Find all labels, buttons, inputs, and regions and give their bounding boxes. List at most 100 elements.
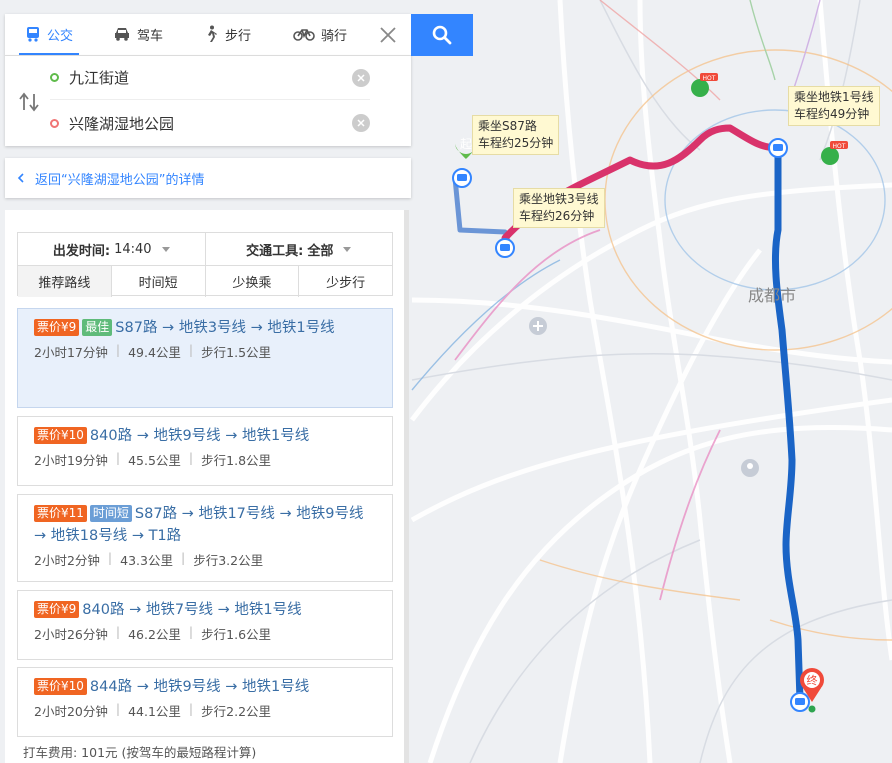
destination-text[interactable]: 兴隆湖湿地公园 bbox=[69, 113, 352, 134]
route-duration: 2小时26分钟 bbox=[34, 627, 108, 642]
price-badge: 票价¥9 bbox=[34, 601, 80, 618]
route-option[interactable]: 票价¥11 时间短 S87路 → 地铁17号线 → 地铁9号线 → 地铁18号线 →… bbox=[17, 494, 393, 582]
destination-dot-icon bbox=[50, 118, 59, 128]
route-walk: 步行1.8公里 bbox=[201, 453, 272, 468]
route-list-panel: 出发时间: 14:40 交通工具: 全部 推荐路线 时间短 少换乘 少步行 票价… bbox=[5, 210, 405, 763]
mode-label: 骑行 bbox=[321, 28, 348, 44]
route-distance: 43.3公里 bbox=[120, 553, 173, 568]
route-distance: 46.2公里 bbox=[128, 627, 181, 642]
route-duration: 2小时19分钟 bbox=[34, 453, 108, 468]
search-button[interactable] bbox=[411, 14, 473, 56]
mode-transit-tab[interactable]: 公交 bbox=[18, 14, 80, 55]
route-duration: 2小时17分钟 bbox=[34, 345, 108, 360]
origin-text[interactable]: 九江街道 bbox=[69, 67, 352, 88]
tab-shortest-time[interactable]: 时间短 bbox=[110, 266, 205, 297]
route-summary: 票价¥10 840路 → 地铁9号线 → 地铁1号线 bbox=[34, 425, 376, 447]
transport-mode-bar: 公交 驾车 步行 骑行 bbox=[5, 14, 411, 56]
route-meta: 2小时2分钟 | 43.3公里 | 步行3.2公里 bbox=[34, 550, 264, 568]
list-scrollbar[interactable] bbox=[404, 210, 409, 763]
metro-station-icon bbox=[790, 692, 810, 712]
tab-fewest-transfers[interactable]: 少换乘 bbox=[204, 266, 299, 297]
chevron-down-icon bbox=[161, 246, 170, 252]
city-label: 成都市 bbox=[748, 286, 796, 305]
route-summary: 票价¥11 时间短 S87路 → 地铁17号线 → 地铁9号线 → 地铁18号线 →… bbox=[34, 503, 376, 547]
mode-drive-tab[interactable]: 驾车 bbox=[113, 14, 163, 54]
metro-station-icon bbox=[495, 238, 515, 258]
route-meta: 2小时19分钟 | 45.5公里 | 步行1.8公里 bbox=[34, 450, 272, 468]
price-badge: 票价¥9 bbox=[34, 319, 80, 336]
bus-stop-icon bbox=[452, 168, 472, 188]
price-badge: 票价¥10 bbox=[34, 678, 87, 695]
route-summary: 票价¥9 840路 → 地铁7号线 → 地铁1号线 bbox=[34, 599, 376, 621]
tab-recommended[interactable]: 推荐路线 bbox=[18, 266, 111, 297]
mode-label: 公交 bbox=[47, 28, 74, 44]
route-tip-metro3: 乘坐地铁3号线 车程约26分钟 bbox=[513, 188, 605, 228]
route-option[interactable]: 票价¥9 最佳 S87路 → 地铁3号线 → 地铁1号线 2小时17分钟 | 49.4… bbox=[17, 308, 393, 408]
back-label: 返回“兴隆湖湿地公园”的详情 bbox=[35, 172, 205, 188]
svg-text:终: 终 bbox=[807, 673, 818, 687]
mode-label: 驾车 bbox=[137, 28, 164, 44]
route-desc: S87路 → 地铁3号线 → 地铁1号线 bbox=[115, 320, 335, 336]
route-walk: 步行1.6公里 bbox=[201, 627, 272, 642]
chevron-down-icon bbox=[343, 246, 352, 252]
bike-icon bbox=[293, 29, 315, 41]
route-meta: 2小时20分钟 | 44.1公里 | 步行2.2公里 bbox=[34, 701, 272, 719]
route-option[interactable]: 票价¥10 840路 → 地铁9号线 → 地铁1号线 2小时19分钟 | 45.5公… bbox=[17, 416, 393, 486]
depart-label: 出发时间: bbox=[52, 243, 111, 259]
mode-label: 步行 bbox=[225, 28, 252, 44]
tool-label: 交通工具: bbox=[246, 243, 304, 259]
fastest-badge: 时间短 bbox=[89, 505, 132, 522]
taxi-fare-note: 打车费用: 101元 (按驾车的最短路程计算) bbox=[23, 745, 257, 760]
mode-bike-tab[interactable]: 骑行 bbox=[293, 14, 347, 54]
search-icon bbox=[432, 25, 452, 45]
origin-field[interactable]: 九江街道 bbox=[50, 56, 370, 100]
depart-time-select[interactable]: 出发时间: 14:40 bbox=[18, 233, 206, 265]
svg-text:起: 起 bbox=[460, 137, 472, 151]
transport-tool-select[interactable]: 交通工具: 全部 bbox=[206, 233, 393, 265]
route-option[interactable]: 票价¥9 840路 → 地铁7号线 → 地铁1号线 2小时26分钟 | 46.2公里… bbox=[17, 590, 393, 660]
route-tip-metro1: 乘坐地铁1号线 车程约49分钟 bbox=[788, 86, 880, 126]
walk-icon bbox=[208, 25, 217, 42]
swap-icon[interactable] bbox=[18, 92, 40, 112]
route-duration: 2小时2分钟 bbox=[34, 553, 100, 568]
route-duration: 2小时20分钟 bbox=[34, 704, 108, 719]
depart-value: 14:40 bbox=[114, 241, 152, 257]
route-distance: 49.4公里 bbox=[128, 345, 181, 360]
airport-icon[interactable] bbox=[529, 317, 547, 335]
origin-dot-icon bbox=[50, 73, 59, 82]
route-desc: 844路 → 地铁9号线 → 地铁1号线 bbox=[89, 679, 310, 695]
route-walk: 步行1.5公里 bbox=[201, 345, 272, 360]
tool-value: 全部 bbox=[307, 243, 334, 259]
back-to-detail-link[interactable]: 返回“兴隆湖湿地公园”的详情 bbox=[5, 158, 411, 198]
route-distance: 44.1公里 bbox=[128, 704, 181, 719]
route-summary: 票价¥10 844路 → 地铁9号线 → 地铁1号线 bbox=[34, 676, 376, 698]
clear-origin-icon[interactable] bbox=[352, 68, 370, 87]
route-distance: 45.5公里 bbox=[128, 453, 181, 468]
route-input-box: 九江街道 兴隆湖湿地公园 bbox=[5, 56, 411, 146]
route-meta: 2小时26分钟 | 46.2公里 | 步行1.6公里 bbox=[34, 624, 272, 642]
clear-destination-icon[interactable] bbox=[352, 114, 370, 132]
best-badge: 最佳 bbox=[82, 319, 113, 336]
route-desc: 840路 → 地铁7号线 → 地铁1号线 bbox=[82, 602, 302, 618]
route-desc: 840路 → 地铁9号线 → 地铁1号线 bbox=[89, 428, 310, 444]
route-walk: 步行2.2公里 bbox=[201, 704, 272, 719]
route-tip-s87: 乘坐S87路 车程约25分钟 bbox=[472, 115, 560, 155]
route-filters: 出发时间: 14:40 交通工具: 全部 推荐路线 时间短 少换乘 少步行 bbox=[17, 232, 393, 297]
poi-icon[interactable] bbox=[741, 459, 759, 477]
price-badge: 票价¥10 bbox=[34, 427, 87, 444]
metro-station-icon bbox=[768, 138, 788, 158]
route-meta: 2小时17分钟 | 49.4公里 | 步行1.5公里 bbox=[34, 342, 272, 360]
tab-least-walking[interactable]: 少步行 bbox=[298, 266, 392, 297]
bus-icon bbox=[27, 27, 39, 42]
route-summary: 票价¥9 最佳 S87路 → 地铁3号线 → 地铁1号线 bbox=[34, 317, 376, 339]
svg-text:HOT: HOT bbox=[703, 75, 716, 82]
price-badge: 票价¥11 bbox=[34, 505, 87, 522]
mode-walk-tab[interactable]: 步行 bbox=[203, 14, 251, 54]
close-icon[interactable] bbox=[377, 24, 399, 46]
chevron-left-icon bbox=[17, 173, 24, 183]
svg-text:HOT: HOT bbox=[833, 143, 846, 150]
destination-field[interactable]: 兴隆湖湿地公园 bbox=[50, 101, 370, 145]
car-icon bbox=[115, 28, 129, 41]
route-walk: 步行3.2公里 bbox=[193, 553, 264, 568]
route-option[interactable]: 票价¥10 844路 → 地铁9号线 → 地铁1号线 2小时20分钟 | 44.1公… bbox=[17, 667, 393, 737]
